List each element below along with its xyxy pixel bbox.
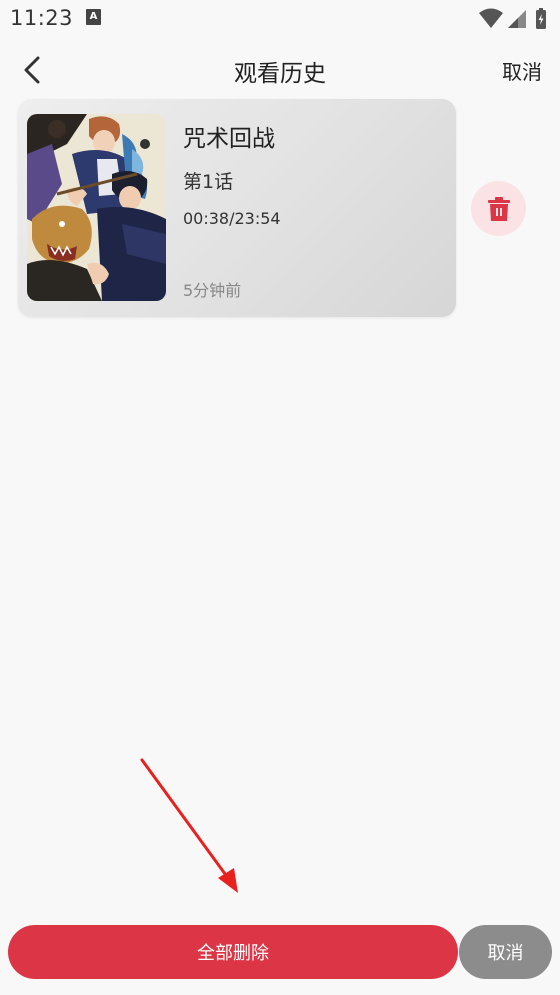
battery-icon [536,8,546,29]
signal-icon [508,10,526,28]
trash-icon [487,196,510,221]
app-header: 观看历史 取消 [0,40,560,98]
watched-time-ago: 5分钟前 [183,281,242,300]
status-icons [478,7,550,29]
wifi-icon [479,8,503,28]
page-title: 观看历史 [234,61,326,87]
notification-a-icon: A [86,9,101,25]
watch-progress: 00:38/23:54 [183,209,281,228]
status-bar: 11:23 A [0,0,560,38]
delete-all-button[interactable]: 全部删除 [8,925,458,979]
anime-cover-image [27,114,166,301]
status-time: 11:23 [10,6,74,30]
screen: 11:23 A 观看历史 取消 咒术回战 第1话 00:38/23:54 5分钟… [0,0,560,995]
header-cancel-button[interactable]: 取消 [502,56,542,85]
anime-title: 咒术回战 [183,126,275,152]
history-item[interactable]: 咒术回战 第1话 00:38/23:54 5分钟前 [18,99,456,317]
episode-label: 第1话 [183,171,234,193]
bottom-cancel-button[interactable]: 取消 [459,925,552,979]
delete-item-button[interactable] [471,181,526,236]
